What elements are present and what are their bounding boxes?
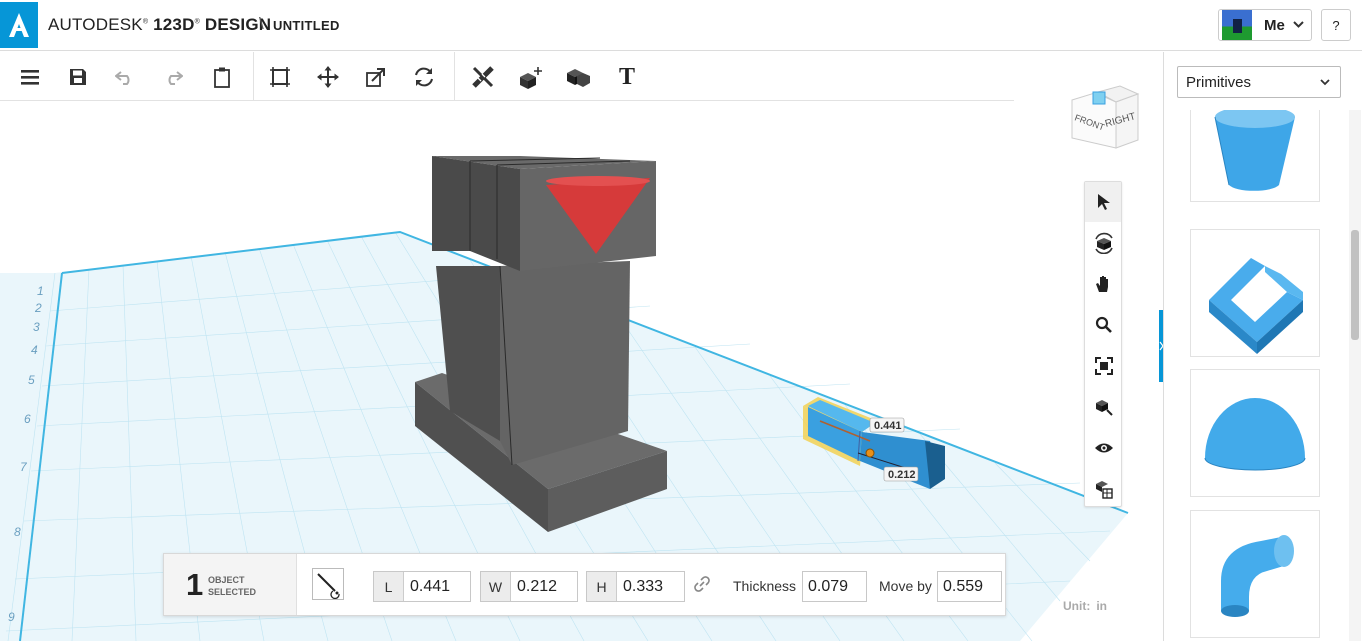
- toolbar-divider: [454, 52, 455, 101]
- unit-indicator[interactable]: Unit: in: [1063, 599, 1107, 613]
- move-icon[interactable]: [314, 63, 342, 91]
- navigation-bar: [1084, 181, 1122, 507]
- selection-summary: 1 OBJECT SELECTED: [164, 554, 297, 615]
- grid-label: 8: [14, 525, 21, 539]
- length-field[interactable]: L 0.441: [373, 571, 471, 602]
- selection-label-line1: OBJECT: [208, 575, 245, 585]
- edit-tool-button[interactable]: [312, 568, 344, 600]
- primitive-cylinder[interactable]: [1190, 110, 1320, 202]
- thickness-label: Thickness: [733, 578, 797, 594]
- toolbar-divider: [253, 52, 254, 101]
- dimension-width-label: 0.212: [888, 469, 916, 481]
- look-at-icon[interactable]: [1093, 396, 1115, 418]
- grid-label: 5: [28, 373, 35, 387]
- autodesk-logo-icon[interactable]: [0, 2, 38, 48]
- document-title[interactable]: UNTITLED: [273, 18, 340, 33]
- measure-icon[interactable]: [469, 63, 497, 91]
- zoom-icon[interactable]: [1093, 314, 1115, 336]
- material-icon[interactable]: [1093, 478, 1115, 500]
- grid-label: 6: [24, 412, 31, 426]
- clipboard-icon[interactable]: [208, 63, 236, 91]
- primitive-bracket[interactable]: [1190, 229, 1320, 357]
- save-icon[interactable]: [64, 63, 92, 91]
- length-key: L: [374, 572, 404, 601]
- grid-label: 2: [34, 301, 42, 315]
- width-field[interactable]: W 0.212: [480, 571, 578, 602]
- primitives-panel: Primitives: [1163, 52, 1362, 641]
- height-value[interactable]: 0.333: [617, 572, 684, 601]
- move-by-input[interactable]: 0.559: [937, 571, 1002, 602]
- width-key: W: [481, 572, 511, 601]
- grid-label: 9: [8, 610, 15, 624]
- user-name: Me: [1264, 16, 1285, 34]
- length-value[interactable]: 0.441: [404, 572, 470, 601]
- selection-count: 1: [186, 567, 204, 602]
- width-value[interactable]: 0.212: [511, 572, 577, 601]
- fit-icon[interactable]: [1093, 355, 1115, 377]
- app-brand: AUTODESK® 123D® DESIGN: [48, 15, 272, 34]
- chevron-down-icon: [1319, 75, 1331, 92]
- brand-prefix: AUTODESK: [48, 15, 143, 34]
- height-key: H: [587, 572, 617, 601]
- menu-icon[interactable]: [16, 63, 44, 91]
- dimension-length-label: 0.441: [874, 420, 902, 432]
- selection-panel: 1 OBJECT SELECTED L 0.441 W 0.212 H 0.33…: [163, 553, 1006, 616]
- brand-product: 123D: [153, 15, 195, 34]
- thickness-input[interactable]: 0.079: [802, 571, 867, 602]
- primitive-pipe-bend[interactable]: [1190, 510, 1320, 638]
- select-icon[interactable]: [1093, 191, 1115, 213]
- primitives-category-value: Primitives: [1186, 73, 1252, 91]
- user-menu-button[interactable]: Me: [1218, 9, 1312, 41]
- unit-label: Unit:: [1063, 599, 1091, 613]
- scale-icon[interactable]: [362, 63, 390, 91]
- grid-label: 1: [37, 284, 44, 298]
- combine-icon[interactable]: [564, 63, 592, 91]
- undo-icon[interactable]: [111, 63, 139, 91]
- app-window: AUTODESK® 123D® DESIGN \ UNTITLED Me ? T…: [0, 0, 1362, 641]
- selection-label: OBJECT SELECTED: [208, 574, 278, 598]
- selection-label-line2: SELECTED: [208, 587, 257, 597]
- grid-label: 3: [33, 320, 40, 334]
- chevron-down-icon: [1293, 19, 1304, 31]
- height-field[interactable]: H 0.333: [586, 571, 685, 602]
- snap-icon[interactable]: [517, 63, 545, 91]
- link-icon[interactable]: [694, 576, 710, 597]
- main-toolbar: T: [0, 52, 1014, 101]
- text-icon[interactable]: T: [613, 63, 641, 91]
- dimension-handle[interactable]: [865, 448, 875, 458]
- orbit-icon[interactable]: [1093, 232, 1115, 254]
- primitives-list: [1164, 110, 1348, 641]
- move-by-label: Move by: [879, 578, 932, 594]
- refresh-icon[interactable]: [410, 63, 438, 91]
- scrollbar-thumb[interactable]: [1351, 230, 1359, 340]
- viewcube[interactable]: FRONT RIGHT: [1066, 80, 1142, 161]
- primitives-scrollbar[interactable]: [1349, 110, 1361, 641]
- help-button[interactable]: ?: [1321, 9, 1351, 41]
- grid-label: 4: [31, 343, 38, 357]
- smart-scale-icon[interactable]: [266, 63, 294, 91]
- primitives-category-select[interactable]: Primitives: [1177, 66, 1341, 98]
- visibility-icon[interactable]: [1093, 437, 1115, 459]
- title-separator: \: [259, 14, 264, 33]
- title-bar: AUTODESK® 123D® DESIGN \ UNTITLED Me ?: [0, 0, 1362, 51]
- pan-icon[interactable]: [1093, 273, 1115, 295]
- primitive-hemisphere[interactable]: [1190, 369, 1320, 497]
- avatar: [1222, 10, 1252, 40]
- redo-icon[interactable]: [159, 63, 187, 91]
- unit-value: in: [1096, 599, 1107, 613]
